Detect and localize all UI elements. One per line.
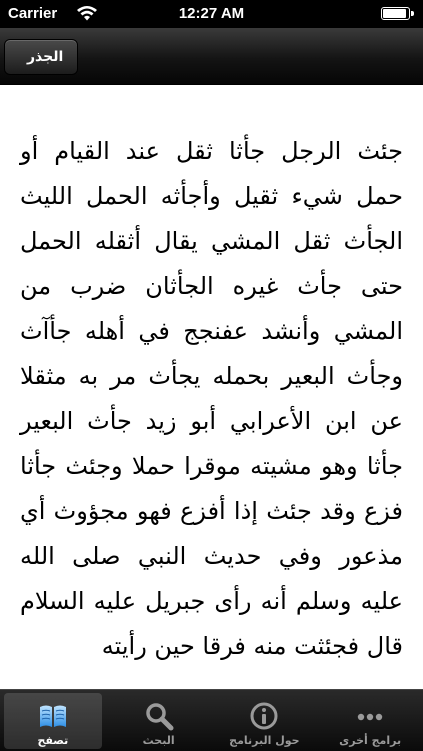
tab-browse[interactable]: تصفح [0,690,106,751]
back-button-label: الجذر [27,49,64,65]
book-icon [39,705,66,727]
article-view[interactable]: جئث الرجل جأثا ثقل عند القيام أو حمل شيء… [0,85,423,689]
more-icon [357,713,383,721]
tab-search[interactable]: البحث [106,690,212,751]
info-icon [250,702,278,730]
tab-search-label: البحث [142,734,175,747]
tab-about[interactable]: حول البرنامج [212,690,318,751]
status-bar: Carrier 12:27 AM [0,0,423,28]
back-button[interactable]: الجذر [4,39,79,75]
magnifier-icon [145,703,174,731]
article-text: جئث الرجل جأثا ثقل عند القيام أو حمل شيء… [20,137,403,660]
tab-about-label: حول البرنامج [229,734,300,747]
tab-more[interactable]: برامج أخرى [317,690,423,751]
navigation-bar: الجذر [0,28,423,85]
battery-icon [381,7,415,22]
tab-bar: تصفح البحث حول البرنامج برامج أخرى [0,689,423,751]
tab-browse-label: تصفح [37,734,69,747]
clock: 12:27 AM [178,5,245,22]
tab-more-label: برامج أخرى [339,734,402,747]
